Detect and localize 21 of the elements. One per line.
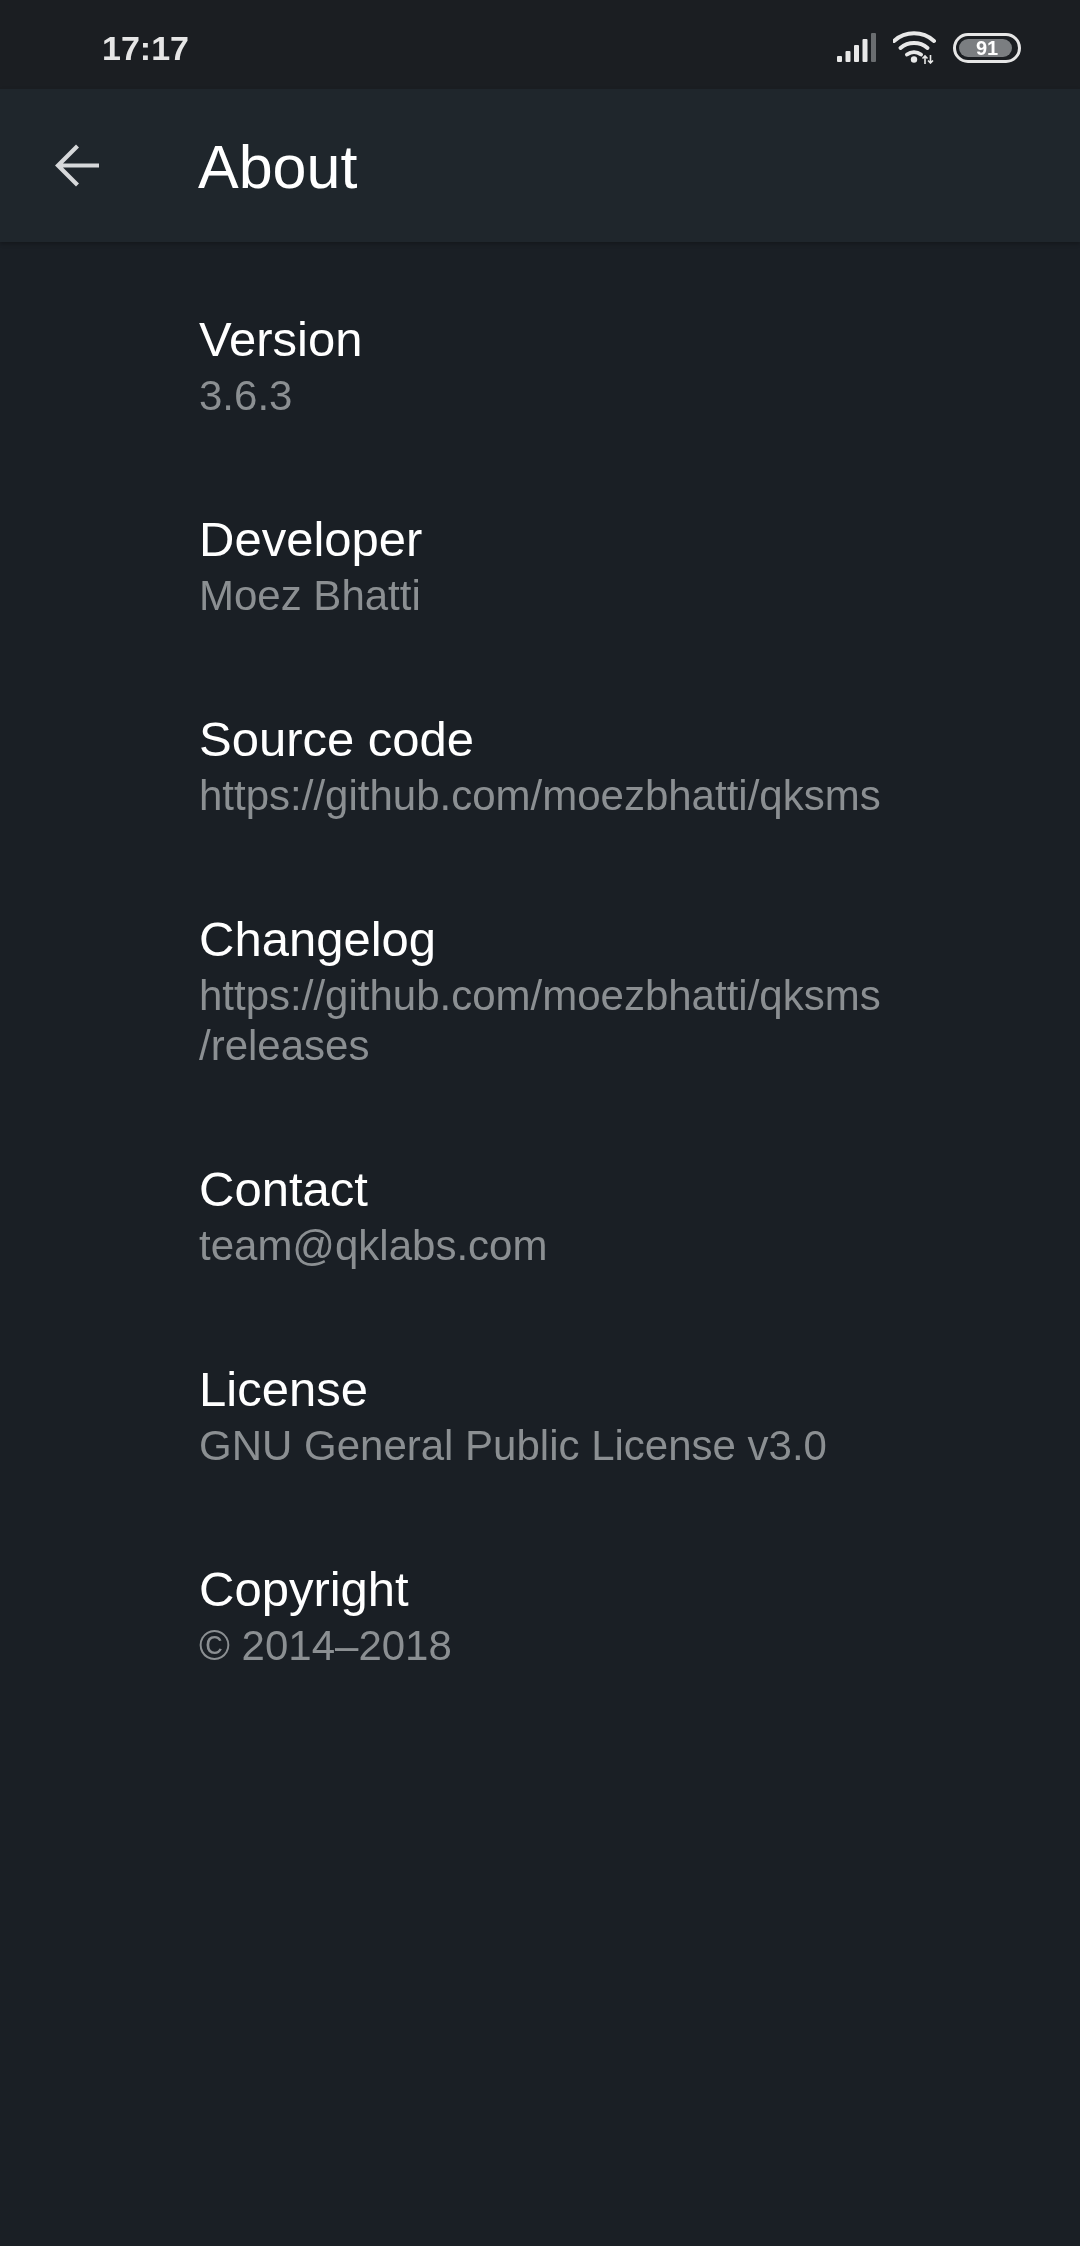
toolbar-title: About <box>198 132 358 203</box>
preference-value: https://github.com/moezbhatti/qksms <box>199 771 881 821</box>
preference-title: Source code <box>199 711 475 768</box>
preference-title: Contact <box>199 1161 368 1218</box>
status-time: 17:17 <box>102 27 189 68</box>
preference-value: team@qklabs.com <box>199 1221 548 1271</box>
back-arrow-icon <box>55 143 100 188</box>
preference-title: Version <box>199 311 363 368</box>
preference-title: Changelog <box>199 911 437 968</box>
preference-title: Copyright <box>199 1561 409 1618</box>
wifi-icon <box>893 31 937 64</box>
preference-title: License <box>199 1361 368 1418</box>
preference-title: Developer <box>199 511 423 568</box>
signal-icon <box>837 33 877 62</box>
preference-value: © 2014–2018 <box>199 1621 452 1671</box>
battery-percent: 91 <box>975 36 999 59</box>
preference-value: GNU General Public License v3.0 <box>199 1421 827 1471</box>
preference-value: Moez Bhatti <box>199 571 421 621</box>
preference-value: 3.6.3 <box>199 371 293 421</box>
preference-value: https://github.com/moezbhatti/qksms/releases <box>199 971 882 1071</box>
back-button[interactable] <box>55 143 100 188</box>
